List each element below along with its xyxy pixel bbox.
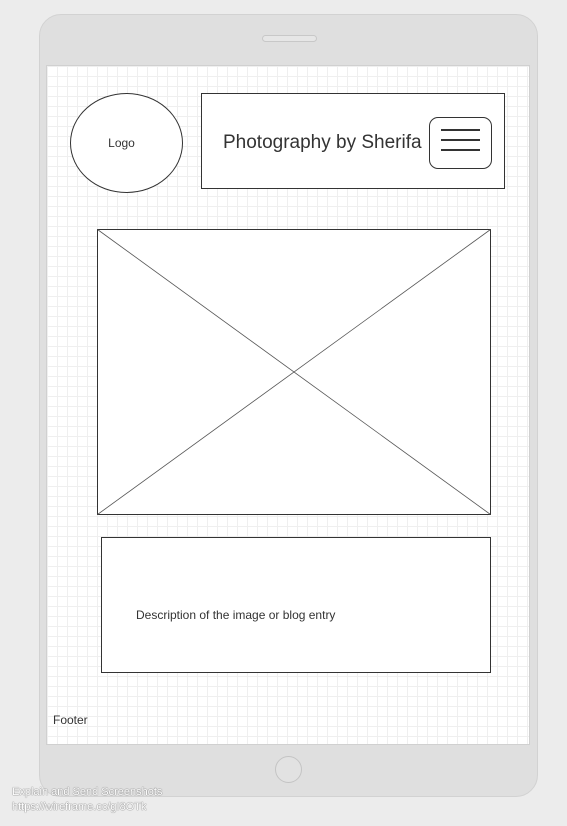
- logo-label: Logo: [108, 136, 135, 150]
- footer-label: Footer: [53, 713, 88, 727]
- image-placeholder-icon: [97, 229, 491, 515]
- device-home-button: [275, 756, 302, 783]
- device-speaker: [262, 35, 317, 42]
- hero-image-placeholder[interactable]: [97, 229, 491, 515]
- logo-placeholder[interactable]: Logo: [70, 93, 183, 193]
- watermark-link[interactable]: https://wireframe.cc/gI8OTk: [12, 801, 146, 813]
- menu-line: [441, 129, 480, 131]
- menu-line: [441, 149, 480, 151]
- hamburger-menu-button[interactable]: [429, 117, 492, 169]
- site-header: Photography by Sherifa: [201, 93, 505, 189]
- description-text: Description of the image or blog entry: [136, 608, 336, 622]
- menu-line: [441, 139, 480, 141]
- description-box: Description of the image or blog entry: [101, 537, 491, 673]
- site-title: Photography by Sherifa: [223, 132, 422, 153]
- watermark-line-1: Explain and Send Screenshots: [12, 786, 163, 798]
